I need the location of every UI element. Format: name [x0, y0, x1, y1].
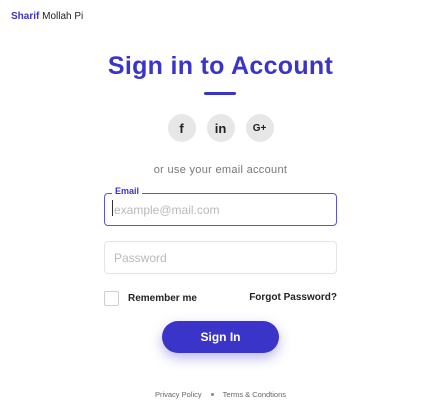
remember-checkbox[interactable]: [104, 291, 119, 306]
remember-me[interactable]: Remember me: [104, 291, 197, 306]
remember-label: Remember me: [128, 293, 197, 304]
password-field-wrapper: [104, 241, 337, 274]
google-plus-button[interactable]: G+: [245, 114, 274, 142]
or-use-email-text: or use your email account: [153, 164, 288, 176]
linkedin-icon: in: [214, 120, 227, 136]
brand-logo: Sharif Mollah Pi: [11, 11, 83, 22]
facebook-icon: f: [179, 120, 184, 136]
privacy-policy-link[interactable]: Privacy Policy: [155, 390, 202, 399]
google-plus-icon: G+: [252, 122, 267, 134]
terms-link[interactable]: Terms & Condtions: [223, 390, 286, 399]
linkedin-button[interactable]: in: [206, 114, 235, 142]
email-field[interactable]: [105, 194, 336, 225]
page-title: Sign in to Account: [107, 52, 334, 80]
password-field[interactable]: [105, 242, 336, 273]
brand-part2: Mollah Pi: [39, 11, 84, 22]
facebook-button[interactable]: f: [167, 114, 196, 142]
footer: Privacy Policy Terms & Condtions: [0, 390, 441, 399]
brand-part1: Sharif: [11, 11, 40, 22]
email-label: Email: [112, 186, 143, 196]
footer-separator: [210, 393, 214, 396]
sign-in-button[interactable]: Sign In: [162, 321, 279, 353]
text-caret: [112, 200, 113, 216]
email-field-wrapper: Email: [104, 186, 337, 226]
title-underline: [204, 92, 236, 95]
social-login-row: f in G+: [0, 114, 441, 142]
forgot-password-link[interactable]: Forgot Password?: [249, 292, 337, 303]
